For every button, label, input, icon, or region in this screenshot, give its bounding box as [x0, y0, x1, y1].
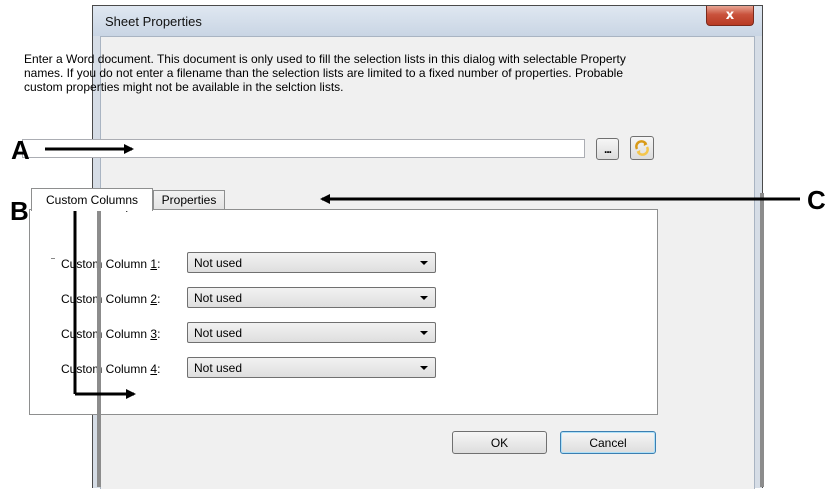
- description-text: Enter a Word document. This document is …: [24, 52, 626, 94]
- close-button[interactable]: x: [706, 6, 754, 26]
- browse-button[interactable]: ...: [596, 138, 619, 160]
- left-window-edge: [97, 193, 101, 487]
- callout-label-b: B: [10, 196, 29, 226]
- word-document-input[interactable]: [22, 139, 585, 158]
- custom-column-3-value: Not used: [194, 326, 243, 340]
- custom-column-4-select[interactable]: Not used: [187, 357, 436, 378]
- stray-mark: [51, 258, 55, 259]
- tab-custom-columns[interactable]: Custom Columns: [31, 188, 153, 211]
- window-title: Sheet Properties: [105, 14, 202, 29]
- tab-panel-custom-columns: [29, 209, 658, 415]
- cancel-button[interactable]: Cancel: [560, 431, 656, 454]
- custom-column-3-label: Custom Column 3:: [61, 327, 161, 341]
- custom-column-4-label: Custom Column 4:: [61, 362, 161, 376]
- chevron-down-icon: [420, 296, 428, 300]
- close-icon: x: [725, 8, 735, 23]
- refresh-arrows-icon: [635, 140, 649, 156]
- ok-button[interactable]: OK: [452, 431, 547, 454]
- custom-column-1-value: Not used: [194, 256, 243, 270]
- tab-properties[interactable]: Properties: [153, 190, 225, 210]
- title-bar[interactable]: Sheet Properties x: [93, 6, 762, 36]
- refresh-button[interactable]: [630, 136, 654, 160]
- callout-label-a: A: [11, 135, 30, 165]
- chevron-down-icon: [420, 331, 428, 335]
- ellipsis-icon: ...: [603, 142, 612, 156]
- chevron-down-icon: [420, 366, 428, 370]
- right-window-edge: [760, 193, 764, 487]
- custom-column-2-value: Not used: [194, 291, 243, 305]
- custom-column-1-select[interactable]: Not used: [187, 252, 436, 273]
- custom-column-2-label: Custom Column 2:: [61, 292, 161, 306]
- chevron-down-icon: [420, 261, 428, 265]
- custom-column-4-value: Not used: [194, 361, 243, 375]
- custom-column-3-select[interactable]: Not used: [187, 322, 436, 343]
- custom-column-1-label: Custom Column 1:: [61, 257, 161, 271]
- callout-label-c: C: [807, 185, 826, 215]
- custom-column-2-select[interactable]: Not used: [187, 287, 436, 308]
